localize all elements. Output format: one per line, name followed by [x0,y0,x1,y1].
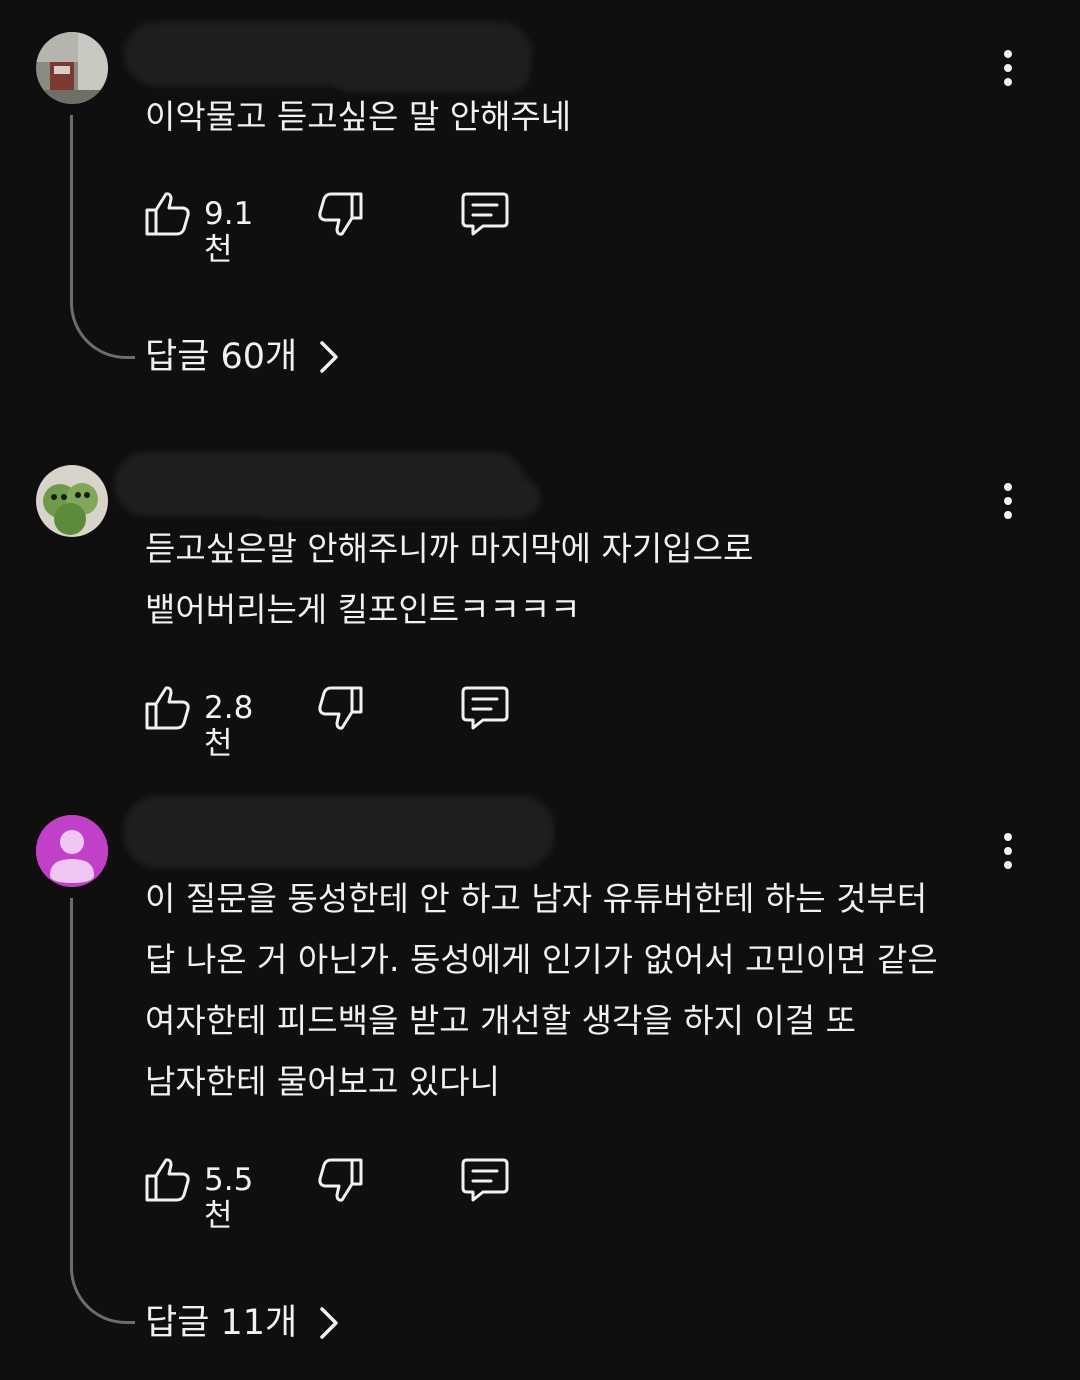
thumbs-up-icon [145,1158,190,1202]
thumbs-down-icon [318,686,363,730]
view-replies-button[interactable]: 답글 60개 [145,332,339,382]
chevron-right-icon [320,1307,339,1339]
comment-text: 이악물고 듣고싶은 말 안해주네 [145,97,572,136]
commenter-name-redacted [124,796,554,868]
comment-menu-button[interactable] [990,829,1026,873]
dislike-button[interactable] [313,1154,365,1206]
comment-menu-button[interactable] [990,46,1026,90]
photo-avatar-icon [36,32,108,104]
reply-button[interactable] [459,1154,511,1206]
commenter-avatar[interactable] [36,32,108,104]
like-button[interactable] [143,682,195,734]
commenter-name-redacted-edge [250,478,540,518]
comment-menu-button[interactable] [990,479,1026,523]
reply-thread-line [70,898,135,1324]
view-replies-button[interactable]: 답글 11개 [145,1298,339,1348]
like-button[interactable] [143,188,195,240]
reply-comment-icon [461,1158,509,1202]
comment-text: 듣고싶은말 안해주니까 마지막에 자기입으로 뱉어버리는게 킬포인트ㅋㅋㅋㅋ [145,529,754,629]
thumbs-up-icon [145,686,190,730]
dislike-button[interactable] [313,188,365,240]
reply-button[interactable] [459,682,511,734]
comment-text: 이 질문을 동성한테 안 하고 남자 유튜버한테 하는 것부터 답 나온 거 아… [145,879,938,1101]
like-count: 5.5천 [204,1162,254,1234]
thumbs-down-icon [318,192,363,236]
more-vertical-icon [1004,483,1012,491]
replies-label: 답글 60개 [145,337,298,377]
chevron-right-icon [320,341,339,373]
reply-comment-icon [461,192,509,236]
photo-avatar-icon [36,465,108,537]
like-button[interactable] [143,1154,195,1206]
default-user-icon [36,815,108,887]
reply-thread-line [70,115,135,359]
reply-comment-icon [461,686,509,730]
like-count: 2.8천 [204,690,254,762]
more-vertical-icon [1004,50,1012,58]
like-count: 9.1천 [204,196,254,268]
replies-label: 답글 11개 [145,1303,298,1343]
reply-button[interactable] [459,188,511,240]
thumbs-up-icon [145,192,190,236]
dislike-button[interactable] [313,682,365,734]
more-vertical-icon [1004,833,1012,841]
commenter-avatar[interactable] [36,815,108,887]
commenter-avatar[interactable] [36,465,108,537]
thumbs-down-icon [318,1158,363,1202]
